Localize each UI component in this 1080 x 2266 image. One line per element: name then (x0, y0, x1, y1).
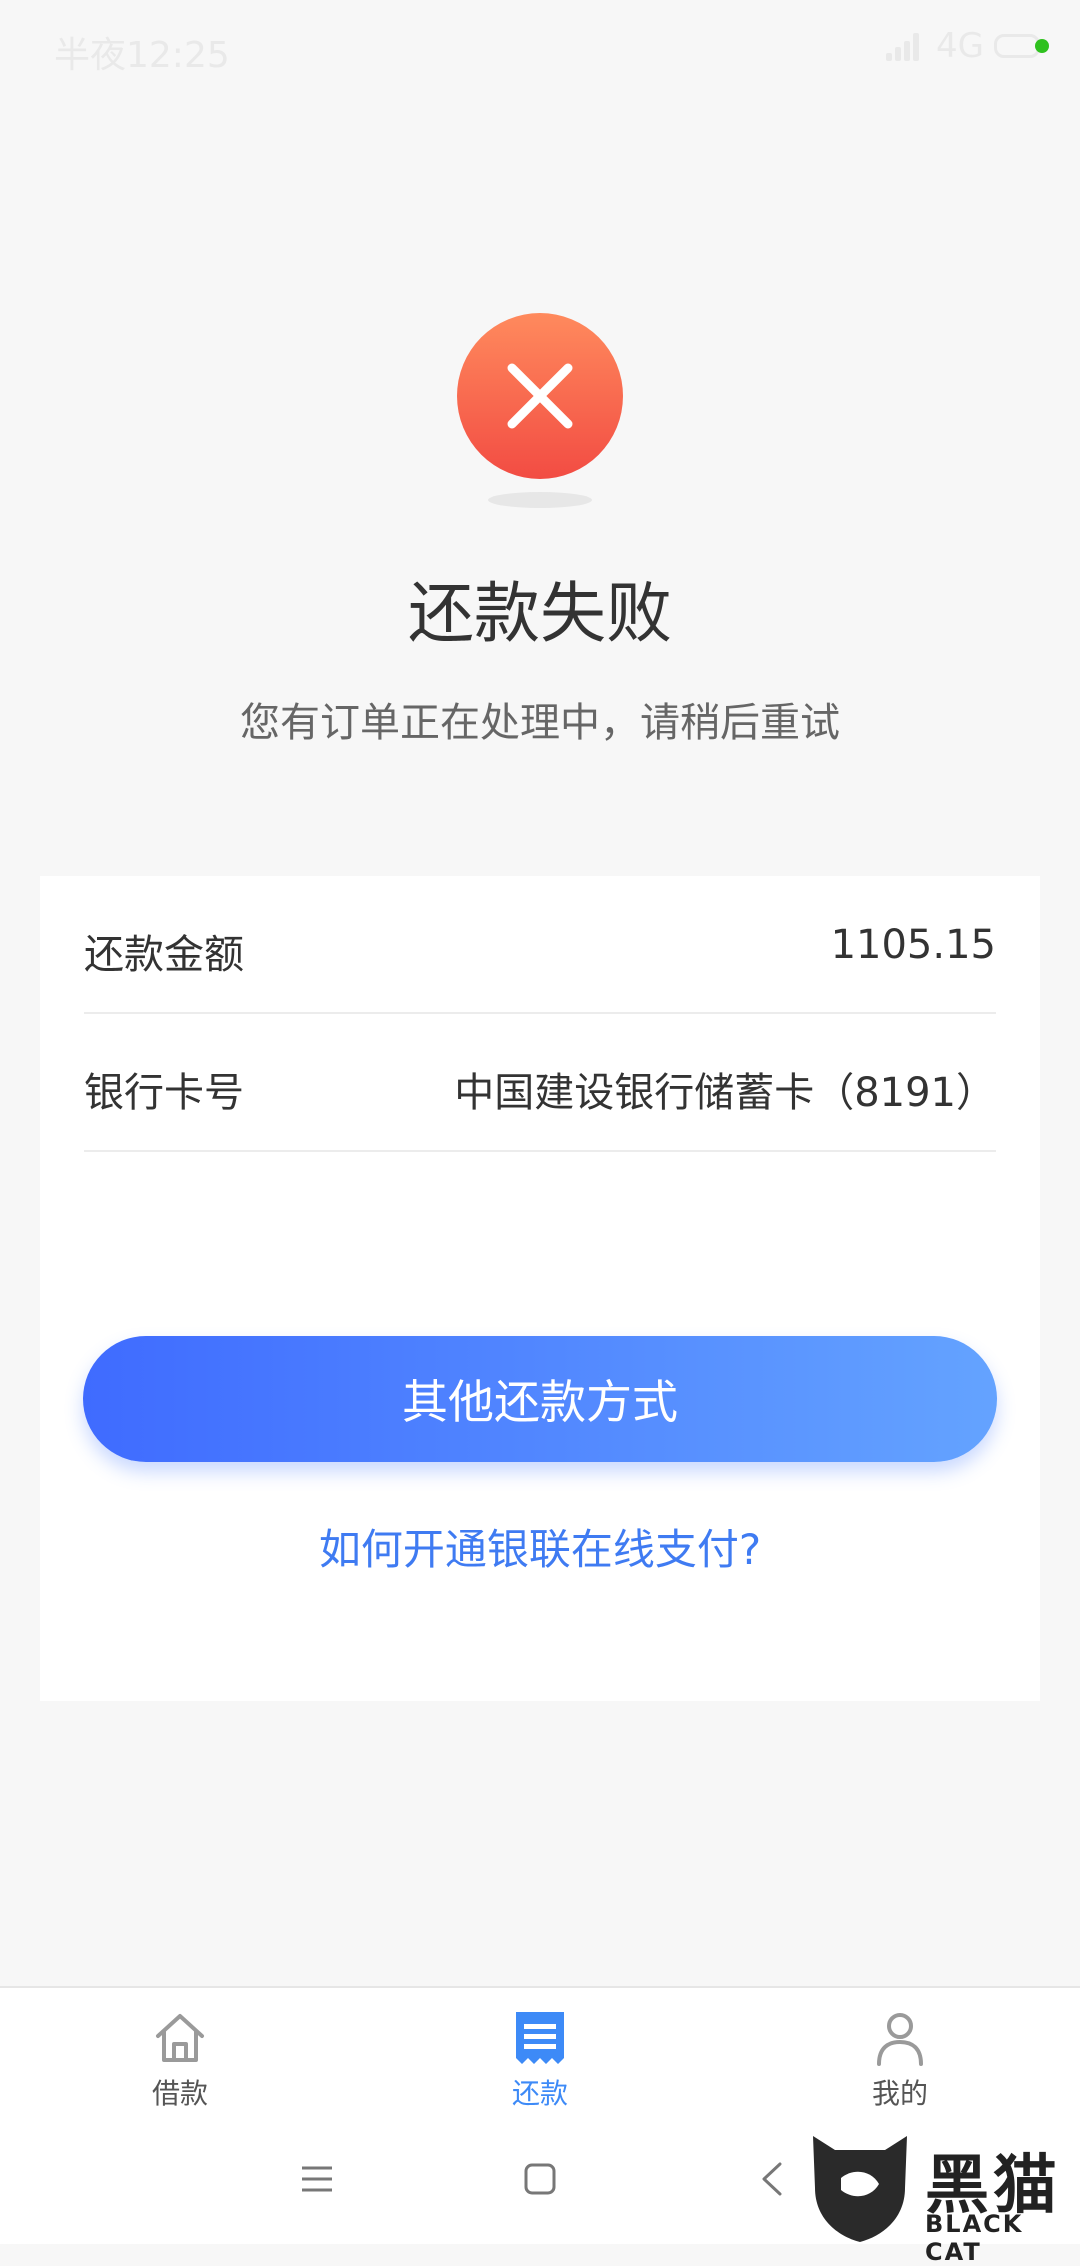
failure-icon (457, 313, 623, 479)
network-type: 4G (936, 26, 984, 66)
status-bar: 半夜12:25 4G (0, 0, 1080, 96)
result-message: 您有订单正在处理中，请稍后重试 (240, 700, 840, 746)
amount-row: 还款金额 1105.15 (84, 876, 996, 1014)
unionpay-help-link[interactable]: 如何开通银联在线支付? (40, 1516, 1040, 1577)
signal-icon (886, 31, 926, 61)
card-row: 银行卡号 中国建设银行储蓄卡（8191） (84, 1014, 996, 1152)
tab-loan[interactable]: 借款 (80, 1988, 280, 2116)
other-repayment-button[interactable]: 其他还款方式 (83, 1336, 997, 1462)
icon-shadow (488, 492, 592, 508)
battery-icon (994, 34, 1049, 58)
black-cat-watermark: 黑猫 BLACK CAT (805, 2128, 1080, 2266)
menu-icon[interactable] (294, 2156, 340, 2202)
home-square-icon[interactable] (517, 2156, 563, 2202)
watermark-subtext: BLACK CAT (925, 2210, 1024, 2266)
amount-value: 1105.15 (830, 922, 996, 968)
card-value: 中国建设银行储蓄卡（8191） (454, 1070, 996, 1116)
close-icon (507, 363, 573, 429)
tab-loan-label: 借款 (151, 2077, 208, 2110)
tab-mine-label: 我的 (871, 2077, 928, 2110)
house-icon (156, 2014, 204, 2062)
cat-shield-icon (813, 2136, 907, 2242)
result-title: 还款失败 (408, 575, 672, 652)
user-icon (877, 2013, 923, 2066)
repayment-detail-card: 还款金额 1105.15 银行卡号 中国建设银行储蓄卡（8191） 其他还款方式… (40, 876, 1040, 1701)
bill-icon (516, 2012, 564, 2064)
card-label: 银行卡号 (84, 1070, 244, 1116)
tab-repay-label: 还款 (511, 2077, 568, 2110)
back-icon[interactable] (750, 2156, 796, 2202)
amount-label: 还款金额 (84, 932, 244, 978)
tab-repay[interactable]: 还款 (440, 1988, 640, 2116)
status-time: 半夜12:25 (54, 35, 230, 76)
bottom-tab-bar: 借款 还款 我的 (0, 1986, 1080, 2116)
tab-mine[interactable]: 我的 (800, 1988, 1000, 2116)
status-indicators: 4G (886, 26, 1049, 66)
